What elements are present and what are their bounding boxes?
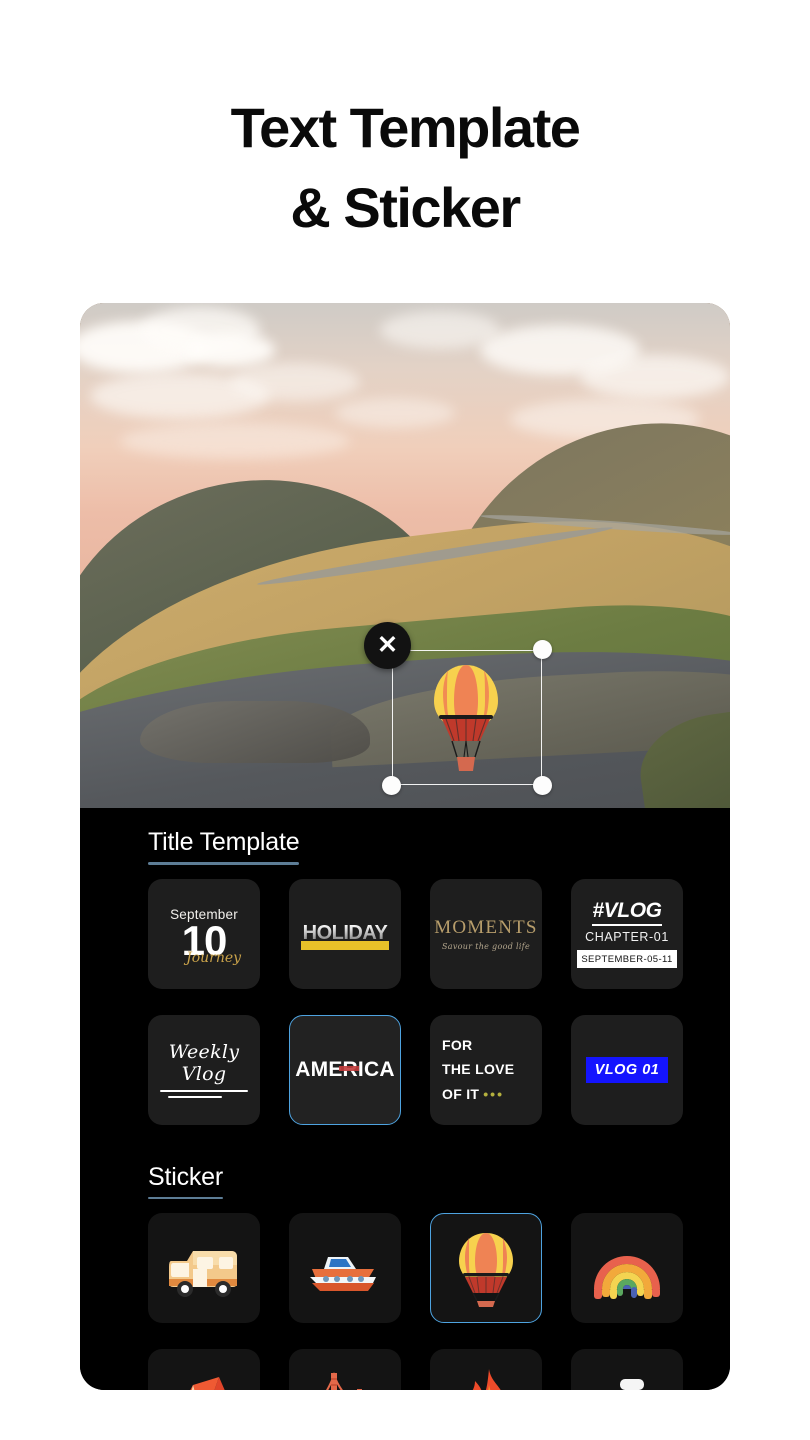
phone-frame: ✕ Travel ✕ Title Template September 10 J… xyxy=(80,303,730,1390)
section-underline xyxy=(148,862,299,865)
sticker-bridge[interactable] xyxy=(289,1349,401,1390)
sticker-camera[interactable] xyxy=(571,1349,683,1390)
sticker-fire[interactable] xyxy=(430,1349,542,1390)
love-line-3: OF IT xyxy=(442,1085,480,1102)
love-line-2: THE LOVE xyxy=(442,1061,515,1078)
love-dots: ••• xyxy=(483,1085,504,1102)
title-template-for-the-love-of-it[interactable]: FOR THE LOVE OF IT ••• xyxy=(430,1014,542,1125)
resize-handle-top-right[interactable] xyxy=(533,640,552,659)
title-template-moments[interactable]: MOMENTS Savour the good life xyxy=(430,878,542,989)
hot-air-balloon-icon xyxy=(459,1233,513,1307)
chapter-label: CHAPTER-01 xyxy=(585,930,669,944)
moments-label: MOMENTS xyxy=(434,916,538,938)
section-header-title-template: Title Template xyxy=(148,808,300,865)
sticker-rainbow[interactable] xyxy=(571,1213,683,1323)
rv-camper-icon xyxy=(169,1251,237,1297)
weekly-vlog-label: Weekly Vlog xyxy=(168,1041,240,1085)
title-template-america[interactable]: AMERICA xyxy=(289,1014,401,1125)
sticker-grid xyxy=(148,1213,694,1390)
fire-icon xyxy=(472,1369,501,1390)
title-template-weekly-vlog[interactable]: Weekly Vlog xyxy=(148,1014,260,1125)
cloud xyxy=(120,423,350,459)
card-content: FOR THE LOVE OF IT ••• xyxy=(430,1033,542,1107)
title-template-holiday[interactable]: HOLIDAY xyxy=(289,878,401,989)
vlog-hashtag-label: #VLOG xyxy=(592,899,662,926)
title-template-vlog-chapter[interactable]: #VLOG CHAPTER-01 SEPTEMBER-05-11 xyxy=(571,878,683,989)
sticker-rv-camper[interactable] xyxy=(148,1213,260,1323)
card-content: Weekly Vlog xyxy=(156,1041,252,1098)
love-line-1: FOR xyxy=(442,1036,473,1053)
asset-panel: Title Template September 10 Journey HOLI… xyxy=(80,808,730,1390)
vlog-01-label: VLOG 01 xyxy=(585,1056,669,1083)
resize-handle-bottom-left[interactable] xyxy=(382,776,401,795)
section-underline xyxy=(148,1196,223,1199)
roadside-rocks xyxy=(140,701,370,763)
section-title: Title Template xyxy=(148,828,300,856)
underline-stroke xyxy=(160,1090,248,1092)
page-title: Text Template & Sticker xyxy=(0,88,810,247)
card-content: MOMENTS Savour the good life xyxy=(434,917,537,951)
cloud xyxy=(230,363,360,401)
cloud xyxy=(580,355,730,399)
holiday-label: HOLIDAY xyxy=(299,922,391,945)
sticker-tent[interactable] xyxy=(148,1349,260,1390)
selection-border xyxy=(392,650,542,785)
moments-subtitle: Savour the good life xyxy=(442,941,530,951)
camera-icon xyxy=(620,1379,644,1390)
date-range-label: SEPTEMBER-05-11 xyxy=(577,950,677,968)
resize-handle-bottom-right[interactable] xyxy=(533,776,552,795)
cloud xyxy=(185,333,275,367)
section-header-sticker: Sticker xyxy=(148,1143,224,1199)
delete-sticker-button[interactable]: ✕ xyxy=(364,622,411,669)
script-accent-label: Journey xyxy=(186,950,242,967)
boat-icon xyxy=(310,1257,376,1291)
section-title: Sticker xyxy=(148,1162,224,1191)
card-content: #VLOG CHAPTER-01 SEPTEMBER-05-11 xyxy=(577,899,677,968)
page-title-line-1: Text Template xyxy=(230,96,581,159)
tent-icon xyxy=(190,1377,225,1390)
title-template-grid: September 10 Journey HOLIDAY MOMENTS Sav… xyxy=(148,878,694,1125)
golden-gate-bridge-icon xyxy=(325,1371,362,1390)
america-label: AMERICA xyxy=(295,1057,395,1081)
card-content: HOLIDAY xyxy=(299,922,391,950)
editor-canvas[interactable]: ✕ Travel ✕ xyxy=(80,303,730,808)
cloud xyxy=(335,398,455,428)
sticker-boat[interactable] xyxy=(289,1213,401,1323)
sticker-hot-air-balloon[interactable] xyxy=(430,1213,542,1323)
card-content: September 10 Journey xyxy=(170,907,241,967)
underline-stroke-short xyxy=(168,1096,222,1098)
love-line-3-wrap: OF IT ••• xyxy=(442,1082,542,1107)
title-template-vlog-01[interactable]: VLOG 01 xyxy=(571,1014,683,1125)
page-title-line-2: & Sticker xyxy=(290,175,521,239)
sticker-selection-frame[interactable]: ✕ xyxy=(364,622,552,795)
cloud xyxy=(380,311,500,349)
rainbow-icon xyxy=(594,1256,660,1299)
title-template-september-10[interactable]: September 10 Journey xyxy=(148,878,260,989)
